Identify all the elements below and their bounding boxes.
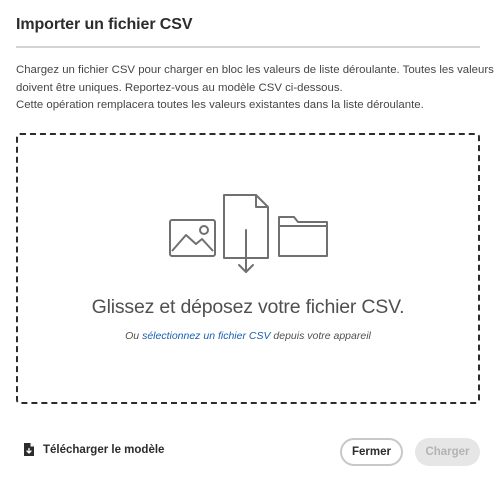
close-button[interactable]: Fermer <box>340 438 403 466</box>
select-file-link[interactable]: sélectionnez un fichier CSV <box>142 330 270 342</box>
folder-icon <box>278 216 328 257</box>
dialog-description: Chargez un fichier CSV pour charger en b… <box>16 62 494 115</box>
dialog-title: Importer un fichier CSV <box>16 16 193 33</box>
file-download-icon <box>223 194 269 273</box>
import-csv-dialog: Importer un fichier CSV Chargez un fichi… <box>0 0 500 479</box>
csv-dropzone[interactable]: Glissez et déposez votre fichier CSV. Ou… <box>16 133 480 404</box>
image-icon <box>169 219 216 257</box>
document-download-icon <box>24 443 34 456</box>
upload-illustration <box>169 194 328 273</box>
upload-button[interactable]: Charger <box>415 438 480 466</box>
description-line: doivent être uniques. Reportez-vous au m… <box>16 81 343 94</box>
description-line: Cette opération remplacera toutes les va… <box>16 99 424 111</box>
subtext-prefix: Ou <box>125 330 143 342</box>
title-divider <box>16 46 480 48</box>
description-line: Chargez un fichier CSV pour charger en b… <box>16 64 494 76</box>
dropzone-heading: Glissez et déposez votre fichier CSV. <box>91 296 405 318</box>
download-template-button[interactable]: Télécharger le modèle <box>24 443 164 456</box>
subtext-suffix: depuis votre appareil <box>270 330 371 342</box>
download-template-label: Télécharger le modèle <box>43 443 165 456</box>
dropzone-subtext: Ou sélectionnez un fichier CSV depuis vo… <box>18 330 478 342</box>
